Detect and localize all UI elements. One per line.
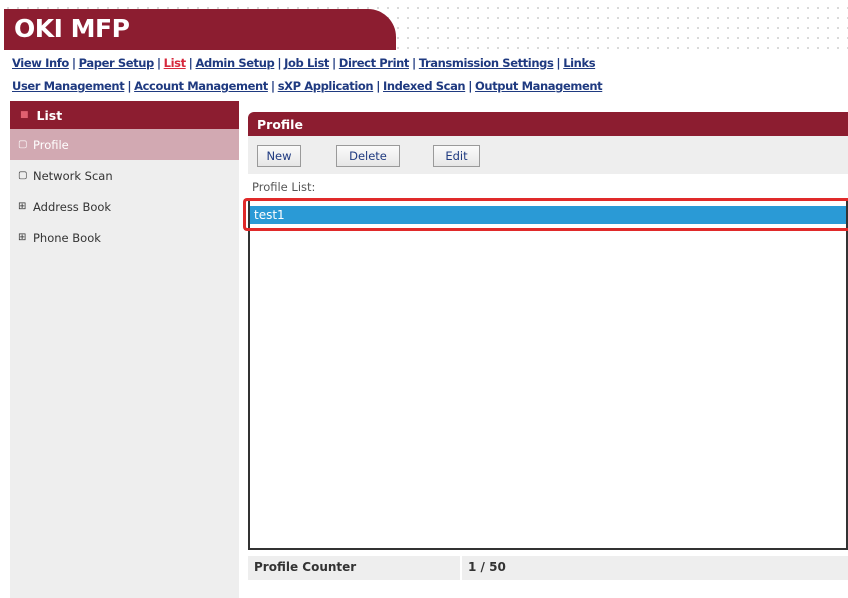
profile-listbox[interactable]: test1	[248, 198, 848, 550]
profile-counter-row: Profile Counter 1 / 50	[248, 556, 848, 580]
nav-output-management[interactable]: Output Management	[475, 79, 603, 93]
expand-plus-icon: ⊞	[18, 232, 27, 243]
nav-list[interactable]: List	[164, 56, 186, 70]
nav-separator: |	[71, 56, 76, 70]
nav-sxp-application[interactable]: sXP Application	[278, 79, 374, 93]
nav-transmission-settings[interactable]: Transmission Settings	[419, 56, 554, 70]
sidebar-item-label: Profile	[33, 137, 69, 152]
toolbar: New Delete Edit	[248, 136, 848, 174]
nav-separator: |	[127, 79, 132, 93]
bullet-icon: ■	[20, 110, 29, 120]
nav-direct-print[interactable]: Direct Print	[339, 56, 410, 70]
nav-paper-setup[interactable]: Paper Setup	[79, 56, 155, 70]
radio-empty-icon: ▢	[18, 139, 28, 150]
counter-value: 1 / 50	[468, 560, 506, 574]
nav-separator: |	[188, 56, 193, 70]
sidebar-header: ■ List	[10, 101, 239, 129]
divider	[460, 556, 462, 580]
expand-plus-icon: ⊞	[18, 201, 27, 212]
nav-separator: |	[277, 56, 282, 70]
sidebar: ■ List ▢ Profile ▢ Network Scan ⊞ Addres…	[10, 101, 239, 598]
nav-indexed-scan[interactable]: Indexed Scan	[383, 79, 466, 93]
nav-admin-setup[interactable]: Admin Setup	[195, 56, 274, 70]
nav-view-info[interactable]: View Info	[12, 56, 69, 70]
profile-list-label: Profile List:	[252, 180, 316, 194]
nav-links[interactable]: Links	[563, 56, 595, 70]
panel-title: Profile	[248, 112, 848, 136]
header-bar: OKI MFP	[0, 0, 848, 50]
sidebar-item-label: Phone Book	[33, 230, 101, 245]
sidebar-item-address-book[interactable]: ⊞ Address Book	[10, 191, 239, 222]
nav-user-management[interactable]: User Management	[12, 79, 125, 93]
nav-separator: |	[156, 56, 161, 70]
nav-separator: |	[468, 79, 473, 93]
nav-job-list[interactable]: Job List	[284, 56, 329, 70]
main-nav: View Info | Paper Setup | List | Admin Setup | J…	[12, 56, 596, 70]
edit-button[interactable]: Edit	[433, 145, 480, 167]
nav-separator: |	[412, 56, 416, 70]
delete-button[interactable]: Delete	[336, 145, 400, 167]
new-button[interactable]: New	[257, 145, 301, 167]
radio-empty-icon: ▢	[18, 170, 28, 181]
sidebar-item-network-scan[interactable]: ▢ Network Scan	[10, 160, 239, 191]
brand-banner: OKI MFP	[4, 9, 396, 50]
nav-separator: |	[331, 56, 336, 70]
sidebar-item-label: Network Scan	[33, 168, 113, 183]
counter-label: Profile Counter	[254, 560, 357, 574]
nav-separator: |	[270, 79, 275, 93]
nav-separator: |	[556, 56, 561, 70]
sidebar-title: List	[36, 107, 63, 123]
sidebar-item-phone-book[interactable]: ⊞ Phone Book	[10, 222, 239, 253]
brand-logo: OKI MFP	[14, 14, 130, 43]
nav-account-management[interactable]: Account Management	[134, 79, 268, 93]
secondary-nav: User Management | Account Management | sXP A…	[12, 79, 603, 93]
highlight-annotation	[243, 198, 848, 231]
nav-separator: |	[376, 79, 381, 93]
sidebar-item-profile[interactable]: ▢ Profile	[10, 129, 239, 160]
sidebar-item-label: Address Book	[33, 199, 112, 214]
